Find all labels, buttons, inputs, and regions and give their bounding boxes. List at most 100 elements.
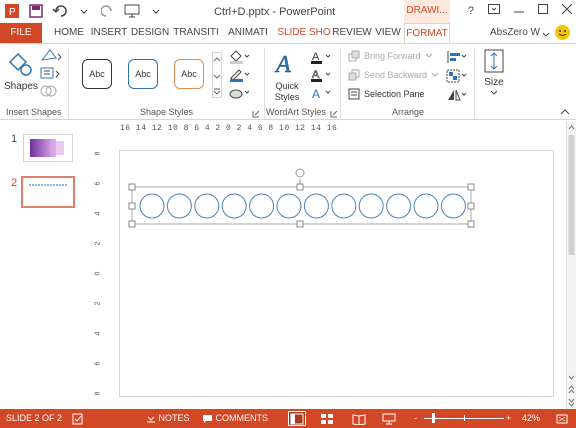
shape-effects-icon[interactable] [228,86,250,103]
wordart-launcher-icon[interactable] [330,110,338,121]
circle-shape[interactable] [331,193,357,219]
slide-thumbnail-2[interactable] [21,176,75,208]
quick-styles-button[interactable]: A Quick Styles [270,48,304,104]
resize-handle[interactable] [128,183,136,191]
circle-shape[interactable] [303,193,329,219]
circle-shapes-group[interactable] [139,193,466,219]
zoom-slider-thumb[interactable] [432,413,435,423]
size-button[interactable]: Size [480,48,508,108]
minimize-icon[interactable] [514,4,524,17]
bring-forward-button[interactable]: Bring Forward [348,50,433,62]
tab-insert[interactable]: INSERT [88,23,130,43]
maximize-icon[interactable] [538,4,548,17]
tab-slide-show[interactable]: SLIDE SHO [276,23,332,43]
slide-show-view-button[interactable] [382,409,396,428]
text-effects-icon[interactable]: A [310,86,332,103]
circle-shape[interactable] [276,193,302,219]
ribbon-display-options-icon[interactable] [488,4,500,17]
slide-indicator[interactable]: SLIDE 2 OF 2 [6,409,62,428]
resize-handle[interactable] [296,220,304,228]
shape-style-swatch-1[interactable]: Abc [82,59,112,89]
tab-design[interactable]: DESIGN [130,23,170,43]
shape-style-swatch-2[interactable]: Abc [128,59,158,89]
close-icon[interactable] [561,3,573,17]
circle-shape[interactable] [221,193,247,219]
reading-view-button[interactable] [352,409,366,428]
tab-file[interactable]: FILE [0,23,42,43]
undo-dropdown-icon[interactable] [76,3,92,19]
shape-outline-icon[interactable] [228,68,250,85]
text-outline-icon[interactable]: A [310,68,332,85]
edit-shape-icon[interactable] [40,48,62,65]
circle-shape[interactable] [166,193,192,219]
spell-check-icon[interactable] [72,409,84,428]
selection-pane-button[interactable]: Selection Pane [348,88,425,100]
redo-icon[interactable] [100,3,116,19]
tab-format[interactable]: FORMAT [404,23,450,43]
shape-styles-scroll-icon[interactable] [212,52,222,98]
collapse-ribbon-icon[interactable] [560,108,570,119]
resize-handle[interactable] [467,202,475,210]
zoom-out-button[interactable]: - [414,409,417,428]
account-dropdown-icon[interactable] [542,30,550,41]
previous-slide-icon[interactable] [568,385,575,394]
circle-shape[interactable] [386,193,412,219]
tab-transitions[interactable]: TRANSITI [170,23,222,43]
app-icon[interactable]: P [4,3,20,19]
notes-button[interactable]: NOTES [146,409,190,428]
slide-sorter-view-button[interactable] [320,409,334,428]
tab-animations[interactable]: ANIMATI [224,23,272,43]
send-backward-label: Send Backward [364,70,428,80]
zoom-slider[interactable] [424,413,504,423]
fit-slide-button[interactable] [556,409,568,428]
next-slide-icon[interactable] [568,398,575,407]
tab-review[interactable]: REVIEW [332,23,372,43]
vertical-ruler[interactable]: 8 6 4 2 0 2 4 6 8 [94,150,105,395]
resize-handle[interactable] [296,183,304,191]
horizontal-ruler[interactable]: 16 14 12 10 8 6 4 2 0 2 4 6 8 10 12 14 1… [120,124,554,134]
vertical-ruler-label: 6 [94,361,102,366]
scroll-up-icon[interactable] [568,125,575,130]
circle-shape[interactable] [139,193,165,219]
shape-fill-icon[interactable] [228,50,250,67]
group-objects-icon[interactable] [446,69,468,86]
account-name[interactable]: AbsZero W [490,23,540,43]
slide-thumbnail-1[interactable] [23,134,73,162]
merge-shapes-icon[interactable] [40,84,62,101]
circle-shape[interactable] [413,193,439,219]
shape-style-swatch-3[interactable]: Abc [174,59,204,89]
shape-styles-launcher-icon[interactable] [252,110,260,121]
normal-view-button[interactable] [288,411,306,426]
save-icon[interactable] [28,3,44,19]
circle-shape[interactable] [249,193,275,219]
tab-home[interactable]: HOME [50,23,88,43]
text-box-icon[interactable] [40,66,62,83]
resize-handle[interactable] [467,220,475,228]
circle-shape[interactable] [440,193,466,219]
status-bar: SLIDE 2 OF 2 NOTES COMMENTS - + 42% [0,409,576,428]
scrollbar-thumb[interactable] [568,135,575,255]
help-icon[interactable]: ? [468,5,474,17]
zoom-level[interactable]: 42% [522,409,540,428]
undo-icon[interactable] [52,3,68,19]
comments-button[interactable]: COMMENTS [202,409,268,428]
rotate-handle[interactable] [295,168,305,178]
circle-shape[interactable] [194,193,220,219]
customize-qat-icon[interactable] [148,3,164,19]
presentation-icon[interactable] [124,3,140,19]
shapes-button[interactable]: Shapes [4,50,38,98]
rotate-icon[interactable] [446,88,468,105]
text-fill-icon[interactable]: A [310,50,332,67]
resize-handle[interactable] [128,220,136,228]
feedback-smiley-icon[interactable] [555,25,570,40]
tab-view[interactable]: VIEW [372,23,404,43]
send-backward-button[interactable]: Send Backward [348,69,439,81]
vertical-scrollbar[interactable] [566,121,576,409]
slide-canvas[interactable] [119,150,554,397]
align-icon[interactable] [446,50,468,67]
circle-shape[interactable] [358,193,384,219]
resize-handle[interactable] [128,202,136,210]
scroll-down-icon[interactable] [568,375,575,380]
zoom-in-button[interactable]: + [506,409,511,428]
resize-handle[interactable] [467,183,475,191]
